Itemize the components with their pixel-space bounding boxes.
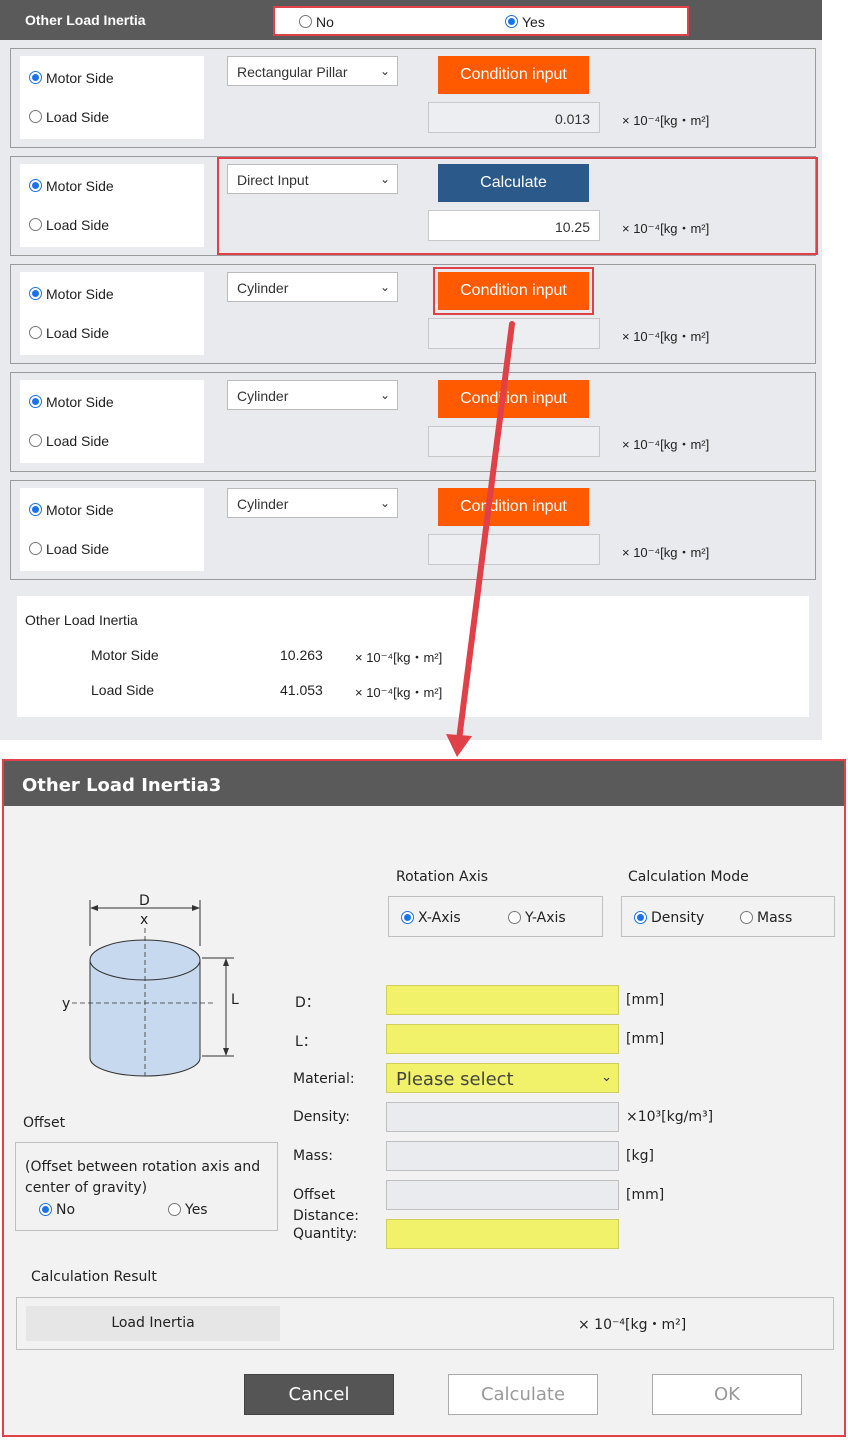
radio-icon[interactable] [634, 911, 647, 925]
density-mode-label: Density [651, 909, 705, 926]
dialog-title: Other Load Inertia3 [22, 775, 222, 796]
rotation-axis-title: Rotation Axis [396, 869, 489, 885]
diameter-label: D [139, 893, 150, 909]
offset-distance-label: Offset [293, 1187, 336, 1203]
calc-result-box: Load Inertia × 10⁻⁴[kg・m²] [16, 1297, 834, 1350]
offset-distance-label-2: Distance: [293, 1208, 359, 1224]
offset-yes-label: Yes [185, 1201, 208, 1218]
quantity-input[interactable] [386, 1219, 619, 1249]
material-select[interactable]: Please select ⌄ [386, 1063, 619, 1093]
callout-arrow [446, 321, 515, 757]
mass-mode-radio[interactable]: Mass [740, 909, 792, 927]
density-field [386, 1102, 619, 1132]
ok-button[interactable]: OK [652, 1374, 802, 1415]
radio-icon[interactable] [39, 1203, 52, 1217]
mass-unit: [kg] [626, 1148, 654, 1164]
calc-result-title: Calculation Result [31, 1269, 157, 1285]
d-input[interactable] [386, 985, 619, 1015]
load-inertia-unit: × 10⁻⁴[kg・m²] [578, 1317, 687, 1333]
l-input[interactable] [386, 1024, 619, 1054]
calc-mode-group: Density Mass [621, 896, 835, 937]
material-label: Material: [293, 1071, 355, 1087]
x-axis-radio-label: X-Axis [418, 909, 461, 926]
cancel-button[interactable]: Cancel [244, 1374, 394, 1415]
material-select-value: Please select [396, 1069, 514, 1090]
offset-group: (Offset between rotation axis and center… [15, 1142, 278, 1231]
x-axis-label: x [140, 912, 148, 928]
density-mode-radio[interactable]: Density [634, 909, 704, 927]
radio-icon[interactable] [508, 911, 521, 925]
offset-yes-radio[interactable]: Yes [168, 1201, 208, 1219]
mass-mode-label: Mass [757, 909, 793, 926]
offset-description: (Offset between rotation axis and center… [25, 1159, 261, 1196]
quantity-label: Quantity: [293, 1226, 358, 1242]
offset-distance-field [386, 1180, 619, 1210]
cylinder-diagram: D x y L [62, 893, 239, 1077]
offset-title: Offset [23, 1115, 66, 1131]
length-label: L [231, 992, 239, 1008]
density-label: Density: [293, 1109, 350, 1125]
calculate-button[interactable]: Calculate [448, 1374, 598, 1415]
chevron-down-icon: ⌄ [601, 1070, 612, 1085]
load-inertia-label: Load Inertia [26, 1306, 280, 1341]
x-axis-radio[interactable]: X-Axis [401, 909, 461, 927]
y-axis-radio-label: Y-Axis [525, 909, 566, 926]
d-field-label: D： [295, 995, 320, 1011]
offset-no-label: No [56, 1201, 76, 1218]
density-unit: ×10³[kg/m³] [626, 1109, 714, 1125]
offset-distance-unit: [mm] [626, 1187, 665, 1203]
radio-icon[interactable] [740, 911, 753, 925]
offset-no-radio[interactable]: No [39, 1201, 75, 1219]
y-axis-label: y [62, 996, 70, 1012]
mass-label: Mass: [293, 1148, 333, 1164]
radio-icon[interactable] [401, 911, 414, 925]
l-unit: [mm] [626, 1031, 665, 1047]
radio-icon[interactable] [168, 1203, 181, 1217]
cylinder-inertia-dialog: Other Load Inertia3 D x y L Rotation Axi… [2, 759, 846, 1437]
mass-field [386, 1141, 619, 1171]
rotation-axis-group: X-Axis Y-Axis [388, 896, 603, 937]
y-axis-radio[interactable]: Y-Axis [508, 909, 566, 927]
dialog-header: Other Load Inertia3 [4, 761, 844, 806]
calc-mode-title: Calculation Mode [628, 869, 749, 885]
d-unit: [mm] [626, 992, 665, 1008]
l-field-label: L： [295, 1034, 317, 1050]
